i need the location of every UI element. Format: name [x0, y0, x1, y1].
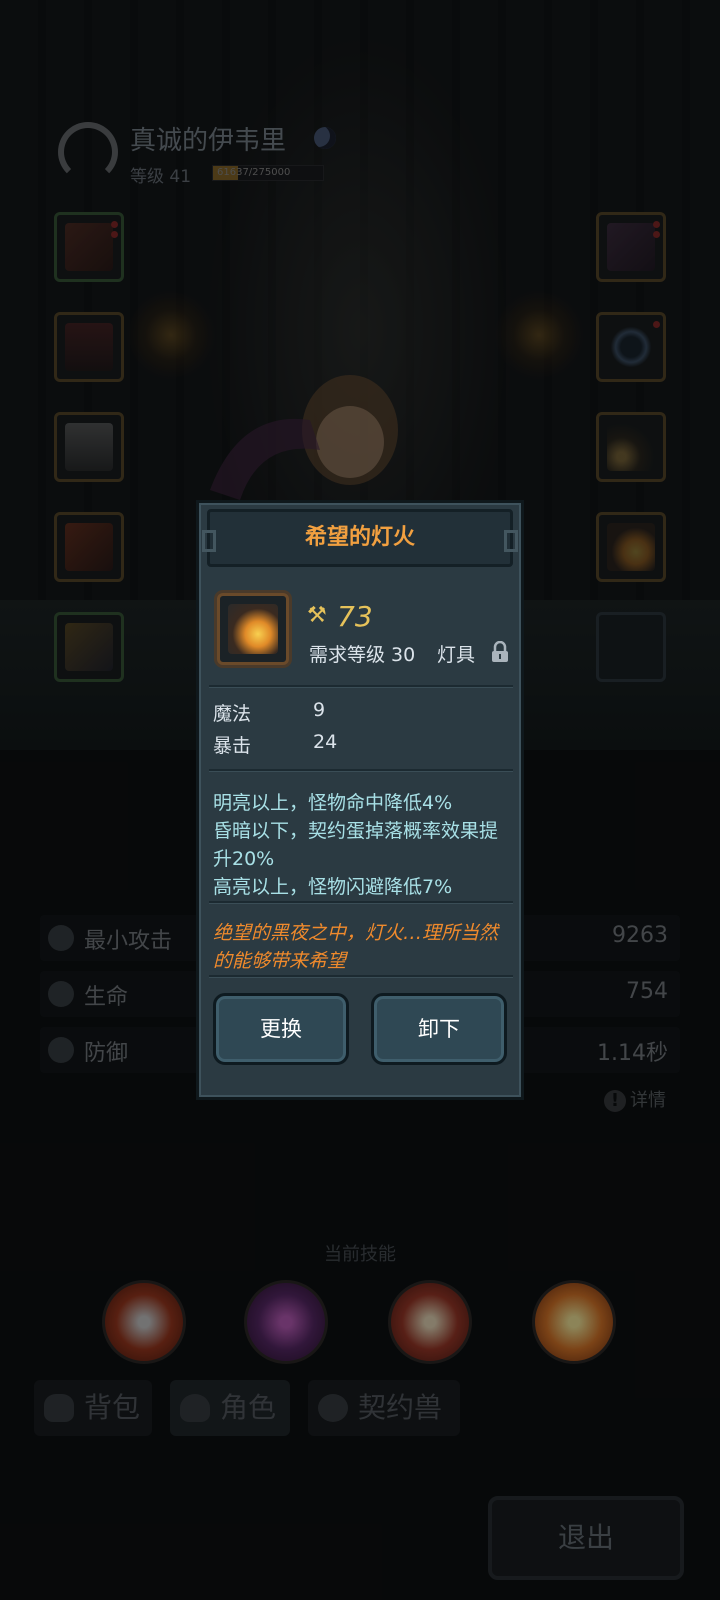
attribute-row-crit: 暴击 24: [213, 731, 337, 758]
modal-header: 希望的灯火: [202, 509, 518, 567]
item-type: 灯具: [437, 644, 476, 666]
item-detail-modal: 希望的灯火 ⚒ 73 需求等级 30 灯具 魔法 9 暴击 24 明亮以上，怪物…: [196, 500, 524, 1100]
effect-line: 明亮以上，怪物命中降低4%: [213, 792, 453, 814]
required-level: 需求等级 30: [309, 644, 416, 666]
lock-icon[interactable]: [491, 641, 509, 663]
item-effects: 明亮以上，怪物命中降低4% 昏暗以下，契约蛋掉落概率效果提升20% 高亮以上，怪…: [213, 789, 513, 901]
divider: [209, 685, 513, 688]
item-lore: 绝望的黑夜之中，灯火…理所当然的能够带来希望: [213, 922, 499, 972]
item-title: 希望的灯火: [304, 525, 415, 550]
attribute-name: 魔法: [213, 703, 252, 725]
divider: [209, 975, 513, 978]
attribute-value: 9: [313, 699, 326, 721]
lamp-item-image: [228, 604, 278, 654]
divider: [209, 769, 513, 772]
lamp-item-icon: [217, 593, 289, 665]
effect-line: 昏暗以下，契约蛋掉落概率效果提升20%: [213, 820, 499, 870]
unequip-button[interactable]: 卸下: [371, 993, 507, 1065]
item-power: 73: [337, 600, 373, 633]
divider: [209, 901, 513, 904]
effect-line: 高亮以上，怪物闪避降低7%: [213, 876, 453, 898]
attribute-name: 暴击: [213, 735, 252, 757]
power-icon: ⚒: [307, 603, 327, 628]
attribute-value: 24: [313, 731, 338, 753]
attribute-row-magic: 魔法 9: [213, 699, 325, 726]
replace-button[interactable]: 更换: [213, 993, 349, 1065]
